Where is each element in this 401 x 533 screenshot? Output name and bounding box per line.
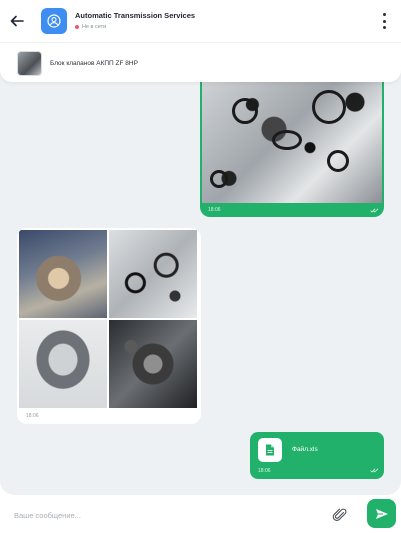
more-menu-button[interactable] — [381, 13, 387, 29]
message-input[interactable] — [14, 505, 314, 525]
message-time: 18:06 — [208, 207, 221, 213]
double-check-icon — [370, 208, 379, 213]
message-time: 18:06 — [26, 413, 39, 419]
grid-photo[interactable] — [109, 320, 197, 408]
online-status: Не в сети — [75, 24, 106, 30]
double-check-icon — [370, 468, 379, 473]
attach-button[interactable] — [332, 507, 348, 523]
message-list[interactable]: 18:06 18:06 Файл.xls 18:06 — [0, 60, 401, 495]
product-card[interactable]: Блок клапанов АКПП ZF 8HP — [0, 42, 401, 82]
send-icon — [375, 508, 388, 519]
message-composer — [0, 495, 401, 533]
more-vertical-icon — [382, 13, 386, 16]
message-photo[interactable] — [202, 80, 382, 203]
file-icon[interactable] — [258, 438, 282, 462]
grid-photo[interactable] — [19, 320, 107, 408]
outgoing-photo-message[interactable]: 18:06 — [200, 80, 384, 217]
grid-photo[interactable] — [19, 230, 107, 318]
send-button[interactable] — [367, 499, 396, 528]
chat-header: Automatic Transmission Services Не в сет… — [0, 0, 401, 42]
status-dot — [75, 25, 79, 29]
file-name[interactable]: Файл.xls — [292, 446, 318, 453]
back-button[interactable] — [8, 12, 26, 30]
grid-photo[interactable] — [109, 230, 197, 318]
outgoing-file-message[interactable]: Файл.xls 18:06 — [250, 432, 384, 479]
chat-title[interactable]: Automatic Transmission Services — [75, 11, 195, 20]
user-icon — [47, 14, 61, 28]
incoming-photo-grid-message[interactable]: 18:06 — [17, 228, 201, 424]
status-text: Не в сети — [82, 24, 107, 30]
product-thumbnail — [17, 51, 42, 76]
paperclip-icon — [332, 508, 347, 521]
product-name: Блок клапанов АКПП ZF 8HP — [50, 60, 138, 67]
message-time: 18:06 — [258, 468, 271, 474]
avatar[interactable] — [41, 8, 67, 34]
arrow-left-icon — [10, 15, 24, 27]
